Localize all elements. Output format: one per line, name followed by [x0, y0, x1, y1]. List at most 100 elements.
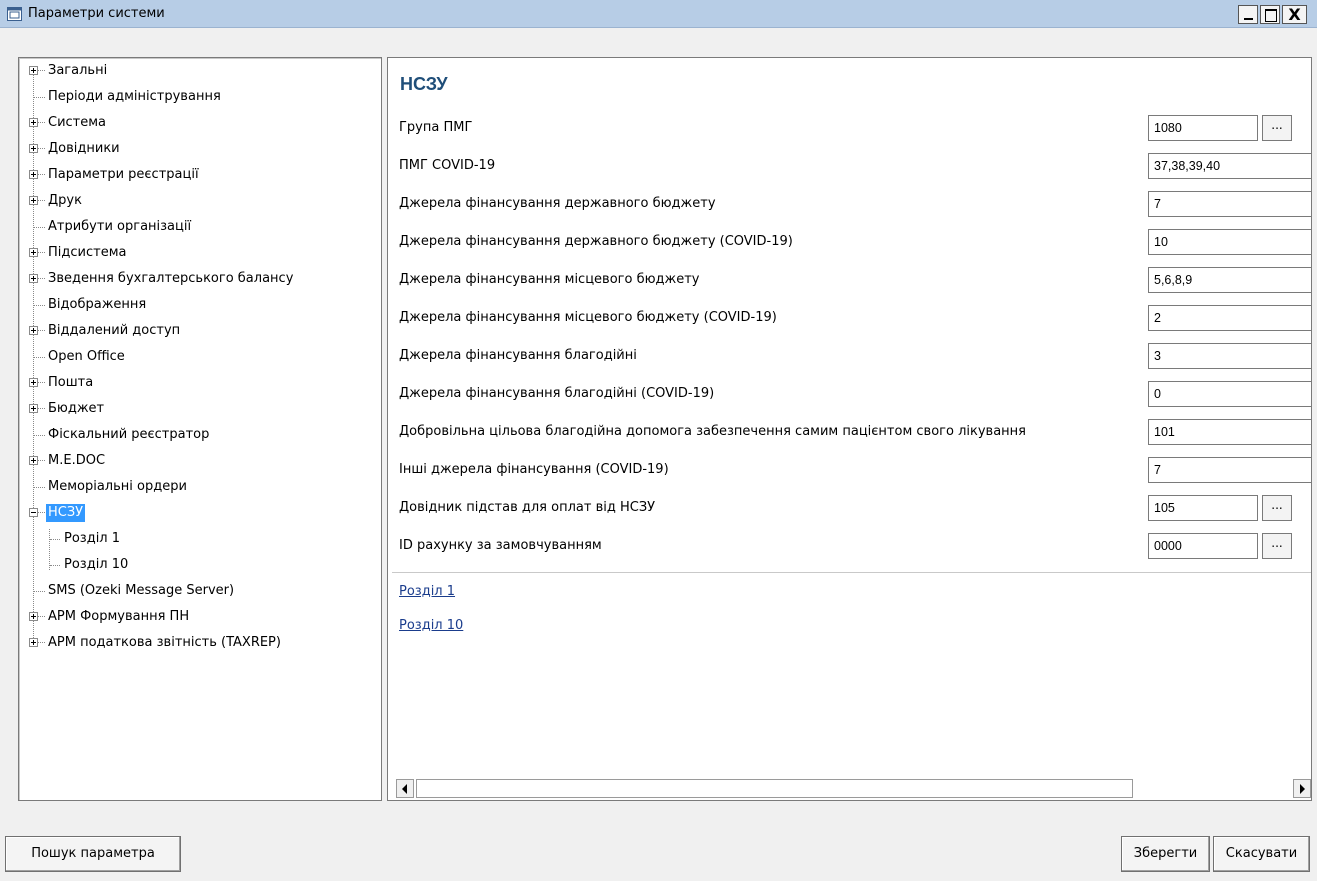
tree-connector — [50, 539, 60, 540]
horizontal-scrollbar[interactable] — [396, 779, 1311, 798]
tree-item-arm-taxrep[interactable]: АРМ податкова звітність (TAXREP) — [29, 630, 283, 656]
tree-connector — [34, 591, 45, 592]
expand-icon[interactable] — [29, 66, 38, 75]
expand-icon[interactable] — [29, 638, 38, 647]
expand-icon[interactable] — [29, 144, 38, 153]
tree-connector — [38, 252, 45, 253]
param-label: Добровільна цільова благодійна допомога … — [399, 424, 1026, 439]
tree-connector — [34, 305, 45, 306]
tree-item-budget[interactable]: Бюджет — [29, 396, 106, 422]
tree-item-fiscal-registrar[interactable]: Фіскальний реєстратор — [29, 422, 211, 448]
section-1-link[interactable]: Розділ 1 — [399, 584, 455, 599]
section-title: НСЗУ — [400, 74, 448, 94]
tree-connector — [34, 487, 45, 488]
tree-connector — [38, 70, 45, 71]
tree-item-open-office[interactable]: Open Office — [29, 344, 127, 370]
charity-sources-field[interactable]: 3 — [1148, 343, 1311, 369]
tree-item-label: Параметри реєстрації — [48, 167, 199, 182]
save-button[interactable]: Зберегти — [1121, 836, 1210, 872]
tree-connector — [38, 122, 45, 123]
pmg-covid-field[interactable]: 37,38,39,40 — [1148, 153, 1311, 179]
tree-item-subsystem[interactable]: Підсистема — [29, 240, 128, 266]
minimize-button[interactable] — [1238, 5, 1258, 24]
tree-item-label: Бюджет — [48, 401, 105, 416]
scroll-right-button[interactable] — [1293, 779, 1311, 798]
tree-item-remote-access[interactable]: Віддалений доступ — [29, 318, 182, 344]
tree-item-section-10[interactable]: Розділ 10 — [45, 552, 130, 578]
search-parameter-button[interactable]: Пошук параметра — [5, 836, 181, 872]
expand-icon[interactable] — [29, 196, 38, 205]
scrollbar-thumb[interactable] — [416, 779, 1133, 798]
close-button[interactable]: X — [1282, 5, 1307, 24]
other-covid-sources-field[interactable]: 7 — [1148, 457, 1311, 483]
state-budget-covid-sources-field[interactable]: 10 — [1148, 229, 1311, 255]
tree-item-memorial-orders[interactable]: Меморіальні ордери — [29, 474, 189, 500]
tree-connector — [38, 408, 45, 409]
tree-item-nszu[interactable]: НСЗУ — [29, 500, 86, 526]
tree-item-registration-params[interactable]: Параметри реєстрації — [29, 162, 201, 188]
state-budget-sources-field[interactable]: 7 — [1148, 191, 1311, 217]
scroll-left-button[interactable] — [396, 779, 414, 798]
tree-item-label: Довідники — [48, 141, 120, 156]
tree-item-label: АРМ податкова звітність (TAXREP) — [48, 635, 281, 650]
nszu-payment-basis-field[interactable]: 105 — [1148, 495, 1258, 521]
expand-icon[interactable] — [29, 378, 38, 387]
tree-item-label: Пошта — [48, 375, 94, 390]
pmg-group-browse-button[interactable]: ... — [1262, 115, 1292, 141]
maximize-button[interactable] — [1260, 5, 1280, 24]
tree-item-mail[interactable]: Пошта — [29, 370, 95, 396]
tree-item-medoc[interactable]: M.E.DOC — [29, 448, 107, 474]
tree-item-label: Open Office — [48, 349, 125, 364]
tree-connector — [38, 616, 45, 617]
settings-tree[interactable]: Загальні Періоди адміністрування Система… — [18, 57, 382, 801]
charity-covid-sources-field[interactable]: 0 — [1148, 381, 1311, 407]
tree-connector — [38, 512, 45, 513]
expand-icon[interactable] — [29, 274, 38, 283]
tree-item-label: Друк — [48, 193, 82, 208]
tree-item-balance-summary[interactable]: Зведення бухгалтерського балансу — [29, 266, 295, 292]
tree-connector — [38, 642, 45, 643]
local-budget-sources-field[interactable]: 5,6,8,9 — [1148, 267, 1311, 293]
expand-icon[interactable] — [29, 404, 38, 413]
tree-item-directories[interactable]: Довідники — [29, 136, 122, 162]
expand-icon[interactable] — [29, 456, 38, 465]
expand-icon[interactable] — [29, 612, 38, 621]
local-budget-covid-sources-field[interactable]: 2 — [1148, 305, 1311, 331]
param-label: Джерела фінансування благодійні (COVID-1… — [399, 386, 715, 401]
voluntary-charity-field[interactable]: 101 — [1148, 419, 1311, 445]
divider — [392, 572, 1311, 573]
tree-item-label: Загальні — [48, 63, 108, 78]
default-account-id-browse-button[interactable]: ... — [1262, 533, 1292, 559]
expand-icon[interactable] — [29, 170, 38, 179]
tree-item-arm-pn[interactable]: АРМ Формування ПН — [29, 604, 191, 630]
tree-item-admin-periods[interactable]: Періоди адміністрування — [29, 84, 223, 110]
tree-item-system[interactable]: Система — [29, 110, 108, 136]
tree-item-label: Розділ 1 — [64, 531, 121, 546]
expand-icon[interactable] — [29, 248, 38, 257]
collapse-icon[interactable] — [29, 508, 38, 517]
tree-item-label: Підсистема — [48, 245, 127, 260]
tree-item-print[interactable]: Друк — [29, 188, 84, 214]
tree-item-label: Зведення бухгалтерського балансу — [48, 271, 294, 286]
tree-item-display[interactable]: Відображення — [29, 292, 148, 318]
tree-item-section-1[interactable]: Розділ 1 — [45, 526, 122, 552]
nszu-payment-basis-browse-button[interactable]: ... — [1262, 495, 1292, 521]
cancel-button[interactable]: Скасувати — [1213, 836, 1310, 872]
tree-item-general[interactable]: Загальні — [29, 58, 109, 84]
tree-item-label: Фіскальний реєстратор — [48, 427, 210, 442]
tree-connector — [34, 435, 45, 436]
param-label: Група ПМГ — [399, 120, 473, 135]
expand-icon[interactable] — [29, 326, 38, 335]
default-account-id-field[interactable]: 0000 — [1148, 533, 1258, 559]
tree-connector — [38, 200, 45, 201]
param-label: Джерела фінансування державного бюджету … — [399, 234, 793, 249]
param-label: Джерела фінансування місцевого бюджету — [399, 272, 700, 287]
section-10-link[interactable]: Розділ 10 — [399, 618, 463, 633]
expand-icon[interactable] — [29, 118, 38, 127]
tree-connector — [38, 460, 45, 461]
tree-item-sms[interactable]: SMS (Ozeki Message Server) — [29, 578, 236, 604]
tree-item-org-attributes[interactable]: Атрибути організації — [29, 214, 193, 240]
tree-item-label: АРМ Формування ПН — [48, 609, 190, 624]
app-window-icon — [7, 7, 22, 21]
pmg-group-field[interactable]: 1080 — [1148, 115, 1258, 141]
